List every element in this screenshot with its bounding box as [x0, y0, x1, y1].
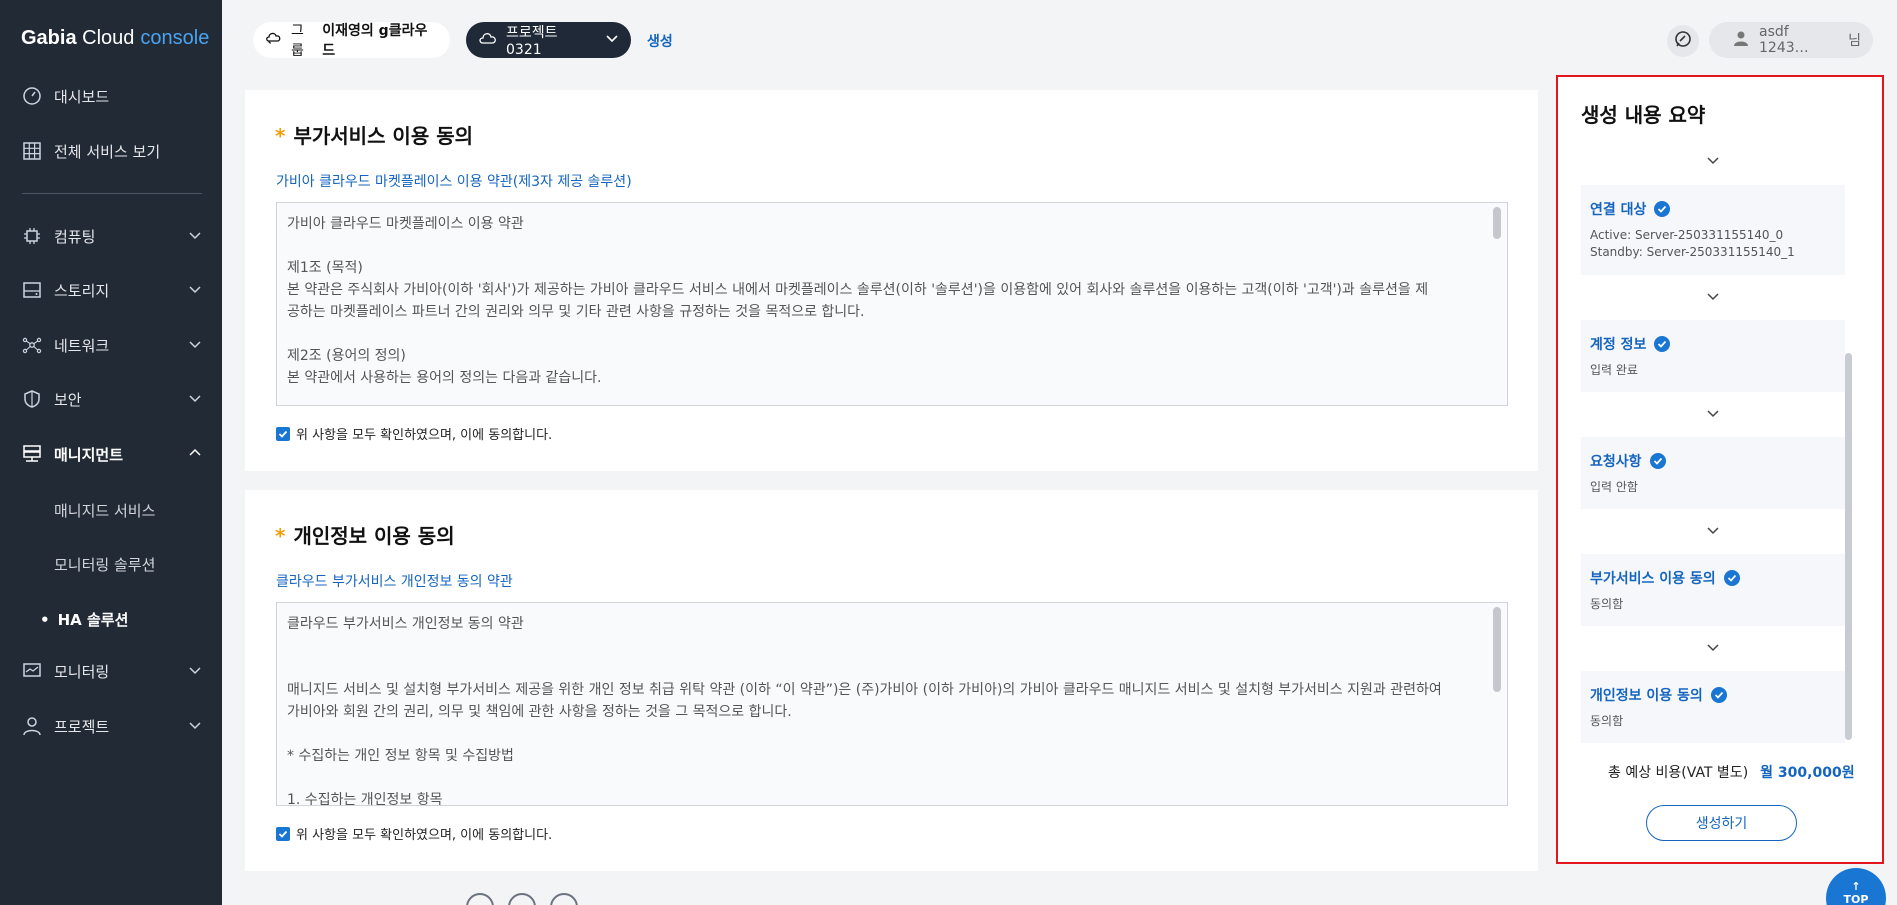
summary-item-request[interactable]: 요청사항 입력 안함 [1581, 437, 1845, 509]
checkbox-checked[interactable] [276, 826, 290, 841]
user-icon [22, 716, 42, 736]
sidebar-subitem-ha-solution[interactable]: HA 솔루션 [40, 609, 129, 630]
terms-line: 본 약관에서 사용하는 용어의 정의는 다음과 같습니다. [287, 370, 602, 386]
summary-title: 생성 내용 요약 [1581, 103, 1706, 127]
arrow-up-icon: ↑ [1851, 880, 1861, 893]
sidebar-item-security[interactable]: 보안 [0, 379, 222, 419]
project-selector[interactable]: 프로젝트 0321 [466, 22, 631, 58]
terms-line: 제1조 (목적) [287, 260, 363, 276]
chevron-down-icon [188, 718, 202, 732]
terms-link[interactable]: 가비아 클라우드 마켓플레이스 이용 약관(제3자 제공 솔루션) [276, 171, 632, 191]
create-project-link[interactable]: 생성 [647, 31, 673, 51]
chevron-down-icon [1705, 153, 1721, 169]
addon-consent-card: * 부가서비스 이용 동의 가비아 클라우드 마켓플레이스 이용 약관(제3자 제… [245, 90, 1538, 471]
chevron-down-icon [1705, 289, 1721, 305]
terms-line: 매니지드 서비스 및 설치형 부가서비스 제공을 위한 개인 정보 취급 위탁 … [287, 682, 1442, 698]
sidebar-divider [22, 193, 202, 194]
sidebar-item-project[interactable]: 프로젝트 [0, 706, 222, 746]
terms-line: 클라우드 부가서비스 개인정보 동의 약관 [287, 616, 524, 632]
summary-item-addon-consent[interactable]: 부가서비스 이용 동의 동의함 [1581, 554, 1845, 626]
terms-line: 제2조 (용어의 정의) [287, 348, 406, 364]
sidebar-item-storage[interactable]: 스토리지 [0, 270, 222, 310]
summary-panel: 생성 내용 요약 연결 대상 Active: Server-2503311551… [1556, 75, 1884, 864]
scrollbar-thumb[interactable] [1845, 353, 1852, 740]
summary-item-account[interactable]: 계정 정보 입력 완료 [1581, 320, 1845, 392]
summary-item-target[interactable]: 연결 대상 Active: Server-250331155140_0 Stand… [1581, 185, 1845, 275]
sidebar: Gabia Cloud console 대시보드 전체 서비스 보기 컴퓨팅 스토… [0, 0, 222, 905]
sidebar-subitem-managed-service[interactable]: 매니지드 서비스 [54, 500, 155, 521]
chevron-down-icon [1705, 640, 1721, 656]
chevron-down-icon [188, 391, 202, 405]
chevron-down-icon [188, 282, 202, 296]
chat-icon [1674, 30, 1692, 52]
chevron-down-icon [1705, 523, 1721, 539]
brand-logo[interactable]: Gabia Cloud console [21, 27, 209, 50]
certification-logo [550, 893, 578, 905]
summary-list[interactable]: 연결 대상 Active: Server-250331155140_0 Stand… [1581, 147, 1845, 743]
shield-icon [22, 389, 42, 409]
scroll-top-button[interactable]: ↑ TOP [1826, 868, 1886, 905]
summary-scrollbar[interactable] [1845, 145, 1852, 740]
required-star: * [275, 124, 286, 148]
chevron-down-icon [188, 228, 202, 242]
check-circle-icon [1654, 336, 1671, 352]
dashboard-icon [22, 86, 42, 106]
required-star: * [275, 524, 286, 548]
chevron-down-icon [188, 337, 202, 351]
chevron-down-icon [605, 31, 619, 49]
group-selector[interactable]: 그룹 이재영의 g클라우드 [253, 22, 450, 59]
sidebar-item-dashboard[interactable]: 대시보드 [0, 76, 222, 116]
user-icon [1733, 30, 1749, 50]
terms-line: 본 약관은 주식회사 가비아(이하 '회사')가 제공하는 가비아 클라우드 서… [287, 282, 1429, 298]
chip-icon [22, 226, 42, 246]
sidebar-subitem-monitoring-solution[interactable]: 모니터링 솔루션 [54, 554, 155, 575]
storage-icon [22, 280, 42, 300]
terms-line: * 수집하는 개인 정보 항목 및 수집방법 [287, 748, 514, 764]
user-menu[interactable]: asdf 1243… 님 [1709, 22, 1873, 58]
terms-link[interactable]: 클라우드 부가서비스 개인정보 동의 약관 [276, 571, 513, 591]
terms-line: 공하는 마켓플레이스 파트너 간의 권리와 의무 및 기타 관련 사항을 규정하… [287, 304, 865, 320]
certification-logo [508, 893, 536, 905]
agree-checkbox-row[interactable]: 위 사항을 모두 확인하였으며, 이에 동의합니다. [276, 424, 552, 443]
total-cost: 총 예상 비용(VAT 별도) 월 300,000원 [1608, 765, 1855, 781]
scrollbar[interactable] [1493, 607, 1501, 692]
terms-line: 가비아 클라우드 마켓플레이스 이용 약관 [287, 216, 524, 232]
terms-line: 가비아와 회원 간의 권리, 의무 및 책임에 관한 사항을 정하는 것을 그 … [287, 704, 792, 720]
chevron-down-icon [1705, 406, 1721, 422]
network-icon [22, 335, 42, 355]
scrollbar[interactable] [1493, 207, 1501, 239]
sidebar-item-management[interactable]: 매니지먼트 [0, 434, 222, 474]
card-title: * 부가서비스 이용 동의 [275, 124, 473, 148]
check-circle-icon [1654, 201, 1671, 217]
chat-button[interactable] [1667, 25, 1699, 57]
chevron-up-icon [188, 446, 202, 460]
server-rack-icon [22, 444, 42, 464]
check-circle-icon [1710, 687, 1727, 703]
card-title: * 개인정보 이용 동의 [275, 524, 455, 548]
checkbox-checked[interactable] [276, 426, 290, 441]
privacy-consent-card: * 개인정보 이용 동의 클라우드 부가서비스 개인정보 동의 약관 클라우드 부… [245, 490, 1538, 871]
check-circle-icon [1649, 453, 1666, 469]
sidebar-item-all-services[interactable]: 전체 서비스 보기 [0, 131, 222, 171]
check-circle-icon [1723, 570, 1740, 586]
chevron-down-icon [188, 663, 202, 677]
sidebar-item-network[interactable]: 네트워크 [0, 325, 222, 365]
sidebar-item-computing[interactable]: 컴퓨팅 [0, 216, 222, 256]
terms-textbox[interactable]: 클라우드 부가서비스 개인정보 동의 약관 매니지드 서비스 및 설치형 부가서… [276, 602, 1508, 806]
footer-certification-logos [466, 893, 578, 905]
cloud-group-icon [265, 29, 283, 51]
terms-line: 1. 수집하는 개인정보 항목 [287, 792, 443, 806]
grid-icon [22, 141, 42, 161]
terms-textbox[interactable]: 가비아 클라우드 마켓플레이스 이용 약관 제1조 (목적) 본 약관은 주식회… [276, 202, 1508, 406]
create-button[interactable]: 생성하기 [1646, 805, 1797, 841]
agree-checkbox-row[interactable]: 위 사항을 모두 확인하였으며, 이에 동의합니다. [276, 824, 552, 843]
sidebar-item-monitoring[interactable]: 모니터링 [0, 651, 222, 691]
certification-logo [466, 893, 494, 905]
monitor-icon [22, 661, 42, 681]
cloud-icon [478, 30, 498, 50]
summary-item-privacy-consent[interactable]: 개인정보 이용 동의 동의함 [1581, 671, 1845, 743]
